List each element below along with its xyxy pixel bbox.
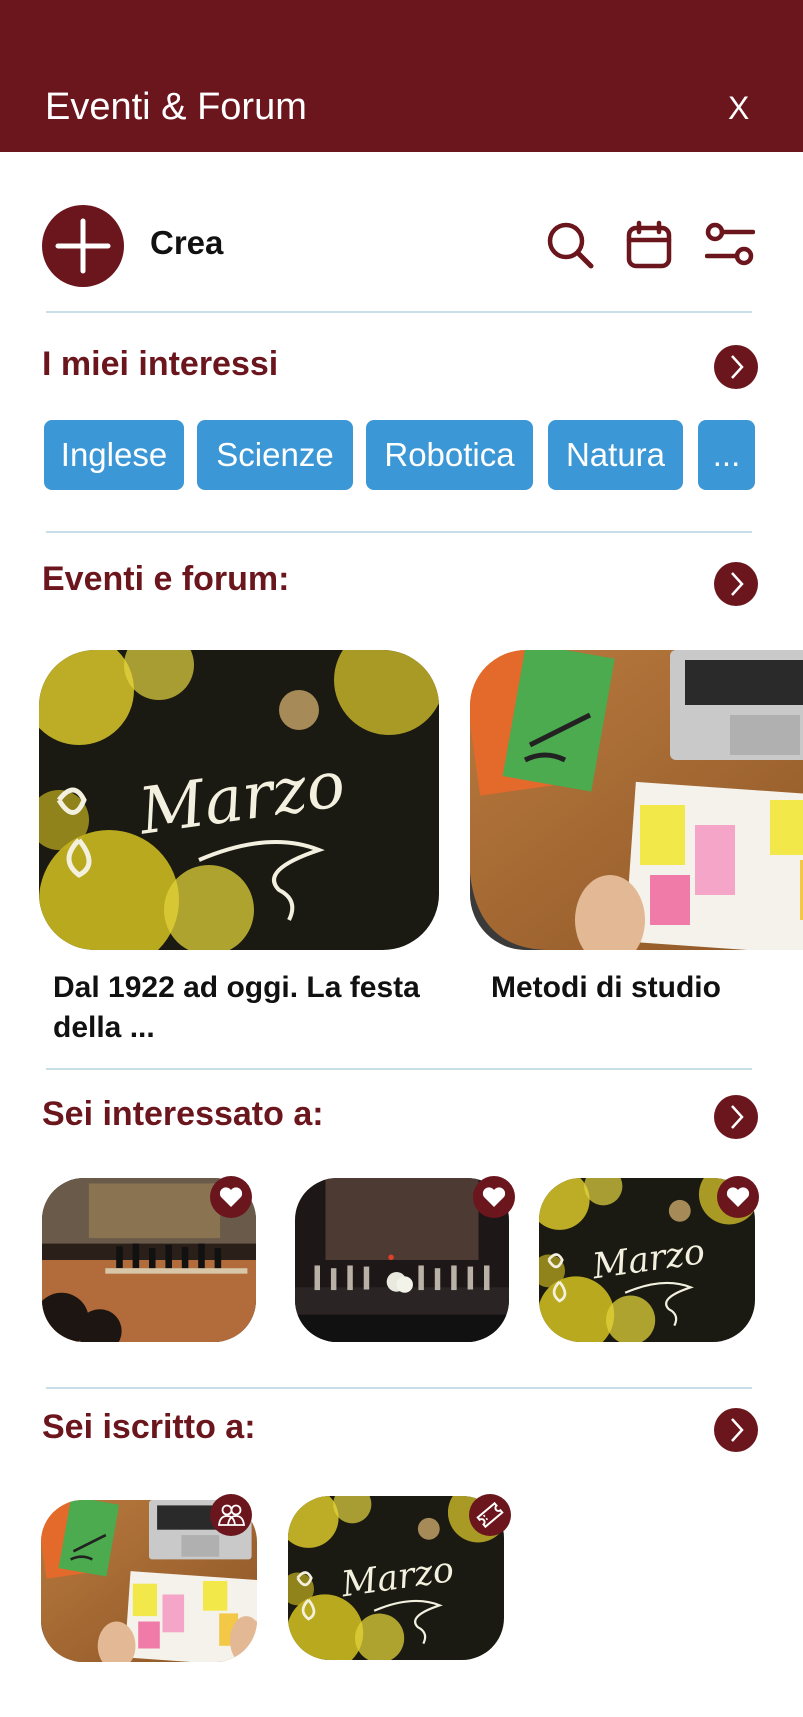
divider bbox=[46, 1068, 752, 1070]
filter-icon bbox=[704, 222, 756, 266]
event-image bbox=[39, 650, 439, 950]
events-more-button[interactable] bbox=[714, 562, 758, 606]
group-icon bbox=[217, 1504, 246, 1526]
group-badge[interactable] bbox=[210, 1494, 252, 1536]
favorite-badge[interactable] bbox=[473, 1176, 515, 1218]
interests-title: I miei interessi bbox=[42, 345, 279, 383]
create-button[interactable] bbox=[42, 205, 124, 287]
subscribed-more-button[interactable] bbox=[714, 1408, 758, 1452]
interested-title: Sei interessato a: bbox=[42, 1095, 324, 1133]
ticket-icon bbox=[476, 1501, 504, 1529]
interest-chip[interactable]: Inglese bbox=[44, 420, 184, 490]
ticket-badge[interactable] bbox=[469, 1494, 511, 1536]
chevron-right-icon bbox=[731, 572, 744, 596]
chevron-right-icon bbox=[731, 1105, 744, 1129]
event-card-image[interactable] bbox=[39, 650, 439, 950]
interest-chip[interactable]: Natura bbox=[548, 420, 683, 490]
calendar-icon bbox=[626, 220, 672, 269]
interest-chip[interactable]: Scienze bbox=[197, 420, 353, 490]
close-button[interactable]: X bbox=[728, 90, 749, 127]
create-label: Crea bbox=[150, 224, 224, 261]
divider bbox=[46, 311, 752, 313]
favorite-badge[interactable] bbox=[717, 1176, 759, 1218]
favorite-badge[interactable] bbox=[210, 1176, 252, 1218]
interested-more-button[interactable] bbox=[714, 1095, 758, 1139]
plus-icon bbox=[55, 218, 111, 274]
page-title: Eventi & Forum bbox=[45, 86, 307, 128]
interests-more-button[interactable] bbox=[714, 345, 758, 389]
subscribed-title: Sei iscritto a: bbox=[42, 1408, 256, 1446]
interest-chip[interactable]: Robotica bbox=[366, 420, 533, 490]
more-interests-chip[interactable]: ... bbox=[698, 420, 755, 490]
search-icon bbox=[547, 222, 594, 269]
calendar-button[interactable] bbox=[625, 220, 675, 270]
filter-button[interactable] bbox=[704, 220, 756, 270]
event-card-title[interactable]: Metodi di studio bbox=[491, 968, 801, 1008]
heart-icon bbox=[219, 1187, 243, 1207]
heart-icon bbox=[482, 1187, 506, 1207]
event-card-image[interactable] bbox=[470, 650, 803, 950]
search-button[interactable] bbox=[545, 220, 595, 270]
event-image bbox=[470, 650, 803, 950]
app-header: Eventi & Forum X bbox=[0, 0, 803, 152]
chevron-right-icon bbox=[731, 1418, 744, 1442]
divider bbox=[46, 531, 752, 533]
divider bbox=[46, 1387, 752, 1389]
chevron-right-icon bbox=[731, 355, 744, 379]
events-title: Eventi e forum: bbox=[42, 560, 290, 598]
heart-icon bbox=[726, 1187, 750, 1207]
event-card-title[interactable]: Dal 1922 ad oggi. La festa della ... bbox=[53, 968, 443, 1048]
